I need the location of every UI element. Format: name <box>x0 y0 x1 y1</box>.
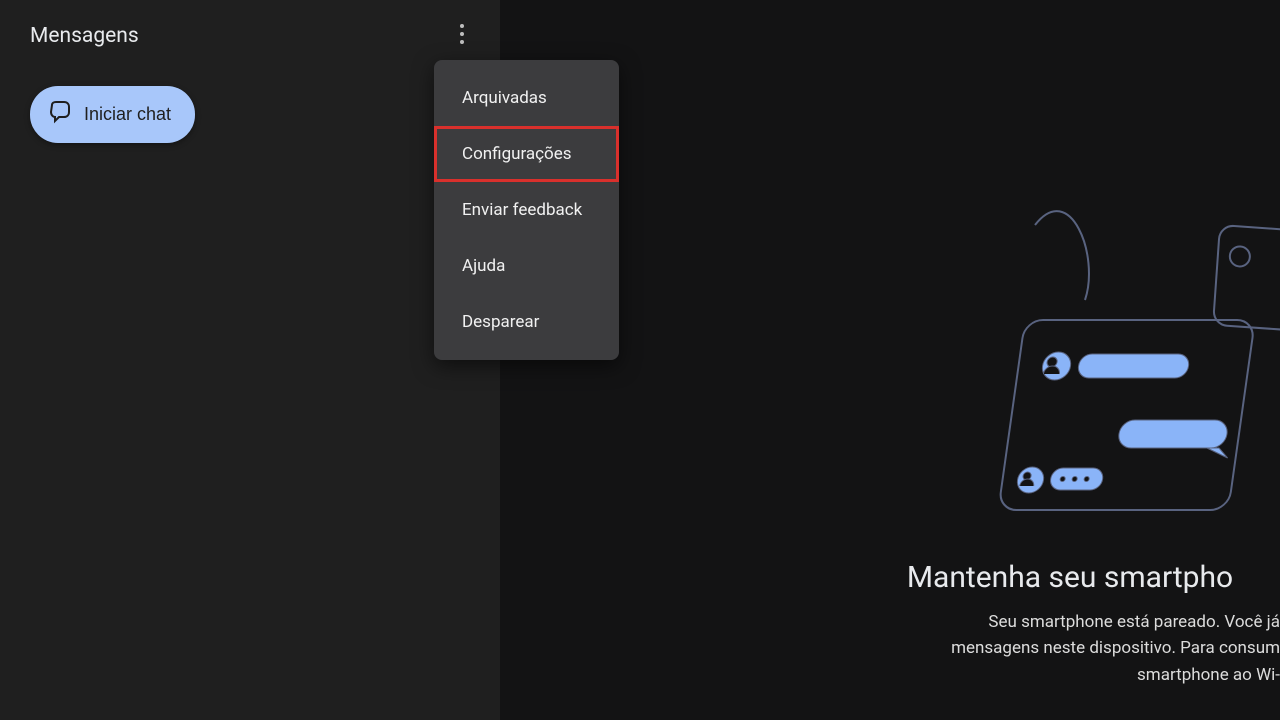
info-body: Seu smartphone está pareado. Você já men… <box>860 609 1280 688</box>
more-options-button[interactable] <box>442 14 482 54</box>
info-text-block: Mantenha seu smartpho Seu smartphone est… <box>860 560 1280 688</box>
start-chat-button[interactable]: Iniciar chat <box>30 86 195 143</box>
menu-item-archived[interactable]: Arquivadas <box>434 70 619 126</box>
start-chat-label: Iniciar chat <box>84 104 171 125</box>
menu-item-help[interactable]: Ajuda <box>434 238 619 294</box>
menu-item-send-feedback[interactable]: Enviar feedback <box>434 182 619 238</box>
menu-item-unpair[interactable]: Desparear <box>434 294 619 350</box>
menu-item-settings[interactable]: Configurações <box>434 126 619 182</box>
info-headline: Mantenha seu smartpho <box>860 560 1280 595</box>
more-vert-icon <box>460 24 464 44</box>
more-options-menu: Arquivadas Configurações Enviar feedback… <box>434 60 619 360</box>
sidebar: Mensagens Iniciar chat <box>0 0 500 720</box>
brand-title: Mensagens <box>30 24 139 48</box>
sidebar-header: Mensagens <box>0 0 500 68</box>
messages-illustration <box>980 200 1280 540</box>
chat-bubble-icon <box>48 100 72 129</box>
